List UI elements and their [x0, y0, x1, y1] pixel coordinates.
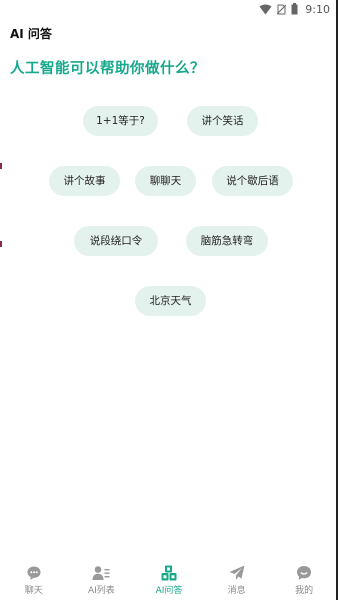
tab-label: 消息	[227, 586, 246, 596]
ai-blocks-icon	[160, 564, 178, 582]
tab-label: 我的	[295, 586, 314, 596]
suggestion-chip-math[interactable]: 1+1等于?	[83, 106, 158, 136]
suggestion-chip-chat[interactable]: 聊聊天	[135, 166, 196, 196]
suggestion-chip-xiehouyu[interactable]: 说个歇后语	[212, 166, 293, 196]
suggestion-chip-weather[interactable]: 北京天气	[135, 286, 206, 316]
profile-bubble-icon	[295, 564, 313, 582]
battery-icon	[291, 3, 298, 15]
wifi-icon	[259, 4, 272, 15]
tab-profile[interactable]: 我的	[270, 560, 338, 600]
suggestion-chip-riddle[interactable]: 脑筋急转弯	[186, 226, 268, 256]
no-sim-icon	[277, 4, 287, 15]
page-title: AI 问答	[10, 27, 52, 41]
tab-label: 聊天	[24, 586, 43, 596]
prompt-heading: 人工智能可以帮助你做什么？	[10, 61, 205, 77]
suggestion-chip-story[interactable]: 讲个故事	[49, 166, 120, 196]
user-list-icon	[92, 564, 110, 582]
tab-ai-list[interactable]: AI列表	[68, 560, 136, 600]
suggestion-chip-joke[interactable]: 讲个笑话	[187, 106, 258, 136]
suggestion-chip-tongue-twister[interactable]: 说段绕口令	[74, 226, 158, 256]
tab-label: AI列表	[87, 586, 115, 596]
tab-messages[interactable]: 消息	[203, 560, 271, 600]
tab-ai-qa[interactable]: AI问答	[135, 560, 203, 600]
edge-mark	[0, 241, 2, 247]
edge-mark	[0, 163, 2, 169]
tab-label: AI问答	[155, 586, 183, 596]
status-time: 9:10	[305, 2, 330, 16]
bottom-tab-bar: 聊天 AI列表 AI问答 消息 我的	[0, 560, 338, 600]
chat-bubble-icon	[25, 564, 43, 582]
paper-plane-icon	[228, 564, 246, 582]
tab-chat[interactable]: 聊天	[0, 560, 68, 600]
status-bar: 9:10	[0, 0, 338, 18]
